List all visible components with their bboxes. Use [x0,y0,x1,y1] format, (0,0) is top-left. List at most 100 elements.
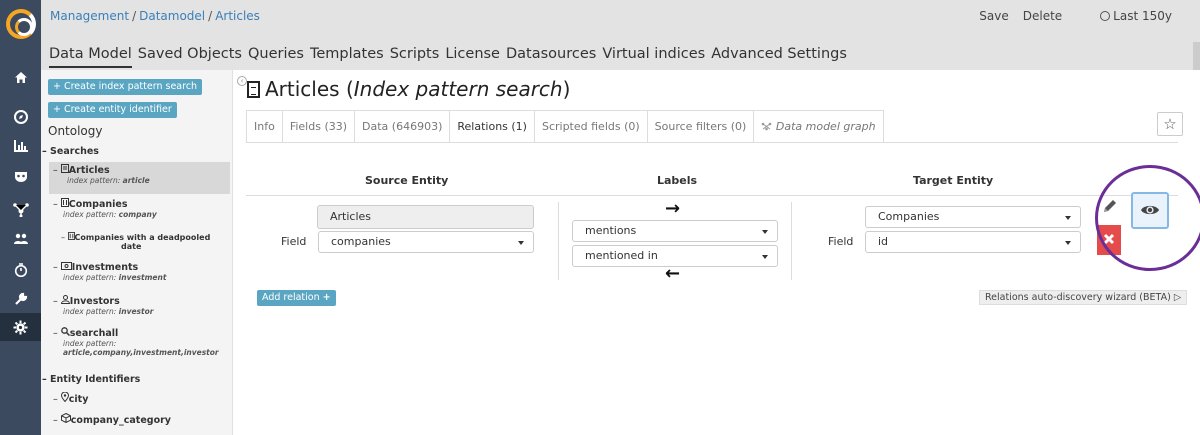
forward-label-select[interactable]: mentions [572,220,778,242]
ontology-label: Ontology [48,124,103,138]
add-relation-button[interactable]: Add relation + [257,290,336,306]
tree-item-articles[interactable]: – Articles index pattern: article [49,162,230,194]
play-icon: ▷ [1173,292,1182,303]
scrollbar[interactable] [1193,42,1200,70]
nav-templates[interactable]: Templates [310,46,384,68]
relations-header: Source Entity Labels Target Entity [246,170,1178,196]
target-entity-select[interactable]: Companies [865,206,1081,228]
nav-datasources[interactable]: Datasources [506,46,596,68]
arrow-left-icon: ← [665,263,681,284]
tab-relations[interactable]: Relations (1) [449,110,534,143]
tree-item-city[interactable]: – city [53,391,89,405]
shield-mask-icon[interactable] [0,163,41,191]
header-labels: Labels [657,174,698,187]
left-panel: + Create index pattern search + Create e… [41,70,233,435]
app-logo[interactable] [0,0,41,48]
clock-icon [1100,11,1111,21]
breadcrumb: Management / Datamodel / Articles [50,9,260,23]
select-value: companies [331,235,391,248]
tab-data[interactable]: Data (646903) [354,110,450,143]
tab-fields[interactable]: Fields (33) [281,110,355,143]
cube-icon [60,412,71,424]
tree-item-name: searchall [69,328,119,339]
select-value: id [878,235,889,248]
breadcrumb-management[interactable]: Management [50,9,129,23]
delete-button[interactable]: Delete [1023,9,1062,23]
page-title-type: Index pattern search [353,77,563,101]
tree-item-index-pattern: index pattern: company [63,210,157,219]
wrench-icon[interactable] [0,285,41,313]
create-index-pattern-search-button[interactable]: + Create index pattern search [48,79,203,95]
select-value: mentioned in [585,249,658,262]
compass-icon[interactable] [0,103,41,131]
tree-item-name: Investments [71,262,139,273]
tab-divider [246,142,1178,143]
tree-dash: – [53,296,58,307]
select-value: mentions [585,224,637,237]
tab-scripted-fields[interactable]: Scripted fields (0) [533,110,647,143]
tree-item-name: Companies [68,199,128,210]
chevron-down-icon [518,241,524,245]
breadcrumb-datamodel[interactable]: Datamodel [139,9,205,23]
chevron-down-icon [1065,216,1071,220]
target-field-select[interactable]: id [865,231,1081,253]
tree-dash: – [53,394,58,405]
favorite-star-button[interactable]: ☆ [1157,112,1183,136]
header-target-entity: Target Entity [913,174,994,187]
nav-scripts[interactable]: Scripts [390,46,440,68]
tab-data-model-graph[interactable]: Data model graph [753,110,884,143]
main-content: ‹ Articles (Index pattern search) Info F… [233,70,1200,435]
target-field-label: Field [828,235,854,248]
bar-chart-icon[interactable] [0,132,41,160]
tree-item-investors[interactable]: – Investors index pattern: investor [53,295,153,316]
save-button[interactable]: Save [979,9,1008,23]
tree-item-companies-deadpooled[interactable]: – Companies with a deadpooled date [61,232,210,251]
users-icon[interactable] [0,225,41,253]
nav-license[interactable]: License [445,46,500,68]
timer-icon[interactable] [0,256,41,284]
time-picker[interactable]: Last 150y [1100,9,1172,23]
arrow-right-icon: → [665,198,681,219]
gear-icon[interactable] [0,313,41,341]
home-icon[interactable] [0,63,41,91]
tree-item-index-pattern: index pattern: investment [63,273,167,282]
chevron-down-icon [762,230,768,234]
tree-dash: – [53,262,58,273]
chevron-down-icon [762,255,768,259]
breadcrumb-separator: / [208,9,213,23]
source-field-label: Field [281,235,307,248]
money-icon [60,262,72,270]
tree-item-company-category[interactable]: – company_category [53,412,171,426]
breadcrumb-articles[interactable]: Articles [215,9,260,23]
tab-label: Data model graph [775,120,876,133]
nav-queries[interactable]: Queries [248,46,304,68]
searches-section[interactable]: – Searches [42,146,99,157]
tree-item-companies[interactable]: – Companies index pattern: company [53,198,157,219]
tab-source-filters[interactable]: Source filters (0) [646,110,754,143]
breadcrumb-separator: / [132,9,137,23]
top-nav: Data Model Saved Objects Queries Templat… [49,46,847,68]
nav-data-model[interactable]: Data Model [49,46,132,68]
column-divider [791,202,792,280]
nav-saved-objects[interactable]: Saved Objects [138,46,242,68]
entity-identifiers-section[interactable]: – Entity Identifiers [42,374,140,385]
create-entity-identifier-button[interactable]: + Create entity identifier [48,102,177,118]
nav-advanced-settings[interactable]: Advanced Settings [711,46,847,68]
source-field-select[interactable]: companies [318,231,534,253]
top-actions: Save Delete Last 150y [979,9,1172,23]
tree-item-name: Companies with a deadpooled [74,233,211,242]
nav-virtual-indices[interactable]: Virtual indices [602,46,705,68]
map-pin-icon [60,391,69,403]
collapse-sidebar-icon[interactable]: ‹ [237,76,247,86]
tree-item-index-pattern-value: article,company,investment,investor [63,348,219,357]
tree-item-searchall[interactable]: – searchall index pattern: article,compa… [53,327,219,357]
tree-item-name: city [68,394,89,405]
relations-wizard-button[interactable]: Relations auto-discovery wizard (BETA) ▷ [979,290,1188,305]
graph-icon[interactable] [0,196,41,224]
tree-item-investments[interactable]: – Investments index pattern: investment [53,262,166,282]
tree-dash: – [61,233,65,242]
tree-item-index-pattern: index pattern: investor [63,307,154,316]
tab-info[interactable]: Info [246,110,282,143]
header-source-entity: Source Entity [365,174,449,187]
tree-dash: – [53,199,58,210]
